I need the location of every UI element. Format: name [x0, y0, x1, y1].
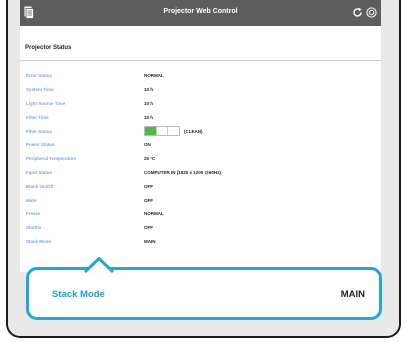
row-label: Light Source Time	[26, 100, 66, 106]
row-label: Filter Time	[26, 114, 49, 120]
row-value: NORMAL	[144, 73, 164, 79]
row-label: Mute	[26, 197, 37, 203]
filter-level-segment	[168, 127, 179, 135]
status-row: Filter Status (CLEAN)	[20, 124, 381, 138]
filter-level-segment-filled	[145, 127, 157, 136]
browser-screen: Projector Web Control Projector Status E…	[20, 0, 381, 272]
row-value: OFF	[144, 225, 153, 231]
status-row: Input Status COMPUTER IN (1920 x 1200 @6…	[20, 166, 381, 180]
row-label: Blank On/Off	[26, 183, 54, 189]
filter-level-indicator	[144, 126, 180, 137]
row-label: System Time	[26, 87, 54, 93]
row-label: Freeze	[26, 211, 41, 217]
row-label: Power Status	[26, 142, 55, 148]
row-value: OFF	[144, 197, 153, 203]
row-value: ON	[144, 142, 151, 148]
row-value: 10 h	[144, 114, 154, 120]
top-bar: Projector Web Control	[20, 0, 381, 26]
status-list: Error Status NORMAL System Time 10 h Lig…	[20, 69, 381, 248]
row-value: COMPUTER IN (1920 x 1200 @60Hz)	[144, 169, 221, 175]
row-label: Input Status	[26, 169, 52, 175]
filter-level-segment	[157, 127, 169, 136]
settings-icon[interactable]	[366, 5, 377, 23]
status-row: Light Source Time 10 h	[20, 97, 381, 111]
row-value: 10 h	[144, 87, 154, 93]
callout-label: Stack Mode	[52, 289, 105, 300]
status-row: Power Status ON	[20, 138, 381, 152]
row-label: Filter Status	[26, 128, 53, 134]
status-row: Blank On/Off OFF	[20, 179, 381, 193]
refresh-icon[interactable]	[352, 5, 363, 23]
status-row: System Time 10 h	[20, 83, 381, 97]
row-label: Stack Mode	[26, 238, 52, 244]
status-row: Stack Mode MAIN	[20, 235, 381, 249]
status-row: Shutter OFF	[20, 221, 381, 235]
status-row: Mute OFF	[20, 193, 381, 207]
app-title: Projector Web Control	[163, 8, 238, 15]
row-value: NORMAL	[144, 211, 164, 217]
status-row: Error Status NORMAL	[20, 69, 381, 83]
callout-value: MAIN	[340, 289, 365, 300]
row-label: Peripheral Temperature	[26, 156, 77, 162]
row-value: OFF	[144, 183, 153, 189]
row-value: MAIN	[144, 238, 156, 244]
stack-mode-callout: Stack Mode MAIN	[26, 257, 382, 320]
filter-status-text: (CLEAN)	[184, 128, 203, 134]
row-label: Error Status	[26, 73, 53, 79]
status-row: Filter Time 10 h	[20, 110, 381, 124]
filter-status-value: (CLEAN)	[144, 126, 203, 137]
row-label: Shutter	[26, 225, 42, 231]
callout-pointer	[84, 257, 114, 273]
row-value: 10 h	[144, 100, 154, 106]
status-row: Freeze NORMAL	[20, 207, 381, 221]
section-title: Projector Status	[20, 36, 381, 61]
row-value: 25 °C	[144, 156, 156, 162]
status-row: Peripheral Temperature 25 °C	[20, 152, 381, 166]
